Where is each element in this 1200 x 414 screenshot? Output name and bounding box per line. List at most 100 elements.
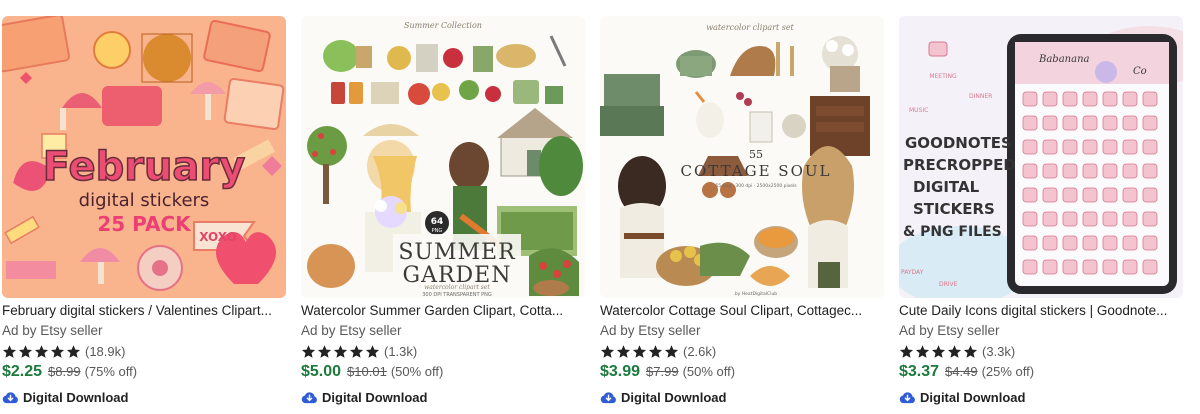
listing-image-4[interactable]: Babanana Co MEETING MUSIC DINNER PAYDAY …: [899, 16, 1183, 298]
ad-seller-label: Ad by Etsy seller: [2, 323, 103, 338]
discount-label: (75% off): [84, 364, 138, 379]
image-text-credit: by HeatDigitalClub: [735, 291, 777, 297]
price-row: $3.37 $4.49 (25% off): [899, 363, 1183, 385]
price-row: $2.25 $8.99 (75% off): [2, 363, 286, 385]
sale-price: $2.25: [2, 363, 43, 380]
icon-label-music: MUSIC: [909, 107, 928, 114]
star-icon: [365, 344, 380, 358]
star-rating: [600, 344, 679, 359]
listing-card-3[interactable]: watercolor clipart set 55 COTTAGE SOUL 5…: [600, 16, 884, 408]
listing-grid: February digital stickers 25 PACK XOXO F…: [0, 0, 1200, 414]
review-count: (3.3k): [982, 343, 1016, 359]
image-text-count-sub: PNG: [432, 228, 443, 234]
star-icon: [34, 344, 49, 358]
star-rating: [2, 344, 81, 359]
image-text-brand-co: Co: [1133, 66, 1147, 77]
delivery-row: Digital Download: [301, 388, 585, 406]
sale-price: $3.37: [899, 363, 940, 380]
star-rating: [899, 344, 978, 359]
image-text-cottage-soul: COTTAGE SOUL: [681, 162, 832, 180]
star-icon: [899, 344, 914, 358]
rating-row: (3.3k): [899, 342, 1183, 360]
sale-price: $5.00: [301, 363, 342, 380]
rating-row: (18.9k): [2, 342, 286, 360]
february-stickers-image: February digital stickers 25 PACK XOXO: [2, 16, 286, 298]
delivery-row: Digital Download: [600, 388, 884, 406]
star-rating: [301, 344, 380, 359]
star-icon: [616, 344, 631, 358]
image-text-brand: Babanana: [1038, 54, 1090, 65]
cloud-download-icon: [600, 391, 616, 403]
star-icon: [66, 344, 81, 358]
image-text-script: watercolor clipart set: [424, 284, 490, 291]
digital-download-label: Digital Download: [920, 389, 1026, 405]
listing-image-3[interactable]: watercolor clipart set 55 COTTAGE SOUL 5…: [600, 16, 884, 298]
original-price: $4.49: [945, 364, 978, 379]
cloud-download-icon: [2, 391, 18, 403]
listing-image-1[interactable]: February digital stickers 25 PACK XOXO: [2, 16, 286, 298]
ad-seller-label: Ad by Etsy seller: [301, 323, 402, 338]
cloud-download-icon: [301, 391, 317, 403]
ad-seller-label: Ad by Etsy seller: [600, 323, 701, 338]
ad-seller-label: Ad by Etsy seller: [899, 323, 1000, 338]
star-icon: [50, 344, 65, 358]
delivery-row: Digital Download: [2, 388, 286, 406]
rating-row: (2.6k): [600, 342, 884, 360]
icon-label-payday: PAYDAY: [901, 269, 924, 276]
image-text-subtitle: digital stickers: [79, 190, 210, 211]
listing-card-4[interactable]: Babanana Co MEETING MUSIC DINNER PAYDAY …: [899, 16, 1183, 408]
discount-label: (50% off): [682, 364, 736, 379]
listing-image-2[interactable]: Summer Collection 64 PNG SUMMER GARDEN w…: [301, 16, 585, 298]
discount-label: (50% off): [390, 364, 444, 379]
star-icon: [947, 344, 962, 358]
star-icon: [664, 344, 679, 358]
review-count: (2.6k): [683, 343, 717, 359]
sale-price: $3.99: [600, 363, 641, 380]
listing-title[interactable]: Watercolor Cottage Soul Clipart, Cottage…: [600, 302, 880, 320]
review-count: (1.3k): [384, 343, 418, 359]
star-icon: [931, 344, 946, 358]
star-icon: [333, 344, 348, 358]
image-text-png-files: & PNG FILES: [903, 224, 1002, 240]
star-icon: [600, 344, 615, 358]
image-text-caption: 55 png · 300 dpi · 2500x2500 pixels: [715, 183, 797, 189]
review-count: (18.9k): [85, 343, 126, 359]
star-icon: [301, 344, 316, 358]
star-icon: [2, 344, 17, 358]
image-text-collection: Summer Collection: [404, 21, 482, 30]
image-text-count: 64: [431, 217, 444, 227]
delivery-row: Digital Download: [899, 388, 1183, 406]
daily-icons-image: Babanana Co MEETING MUSIC DINNER PAYDAY …: [899, 16, 1183, 298]
star-icon: [915, 344, 930, 358]
star-icon: [18, 344, 33, 358]
price-row: $3.99 $7.99 (50% off): [600, 363, 884, 385]
image-text-stickers: STICKERS: [913, 200, 995, 218]
listing-title[interactable]: Watercolor Summer Garden Clipart, Cotta.…: [301, 302, 581, 320]
star-icon: [349, 344, 364, 358]
listing-card-1[interactable]: February digital stickers 25 PACK XOXO F…: [2, 16, 286, 408]
icon-label-drive: DRIVE: [939, 281, 958, 288]
star-icon: [317, 344, 332, 358]
image-text-goodnotes: GOODNOTES: [905, 134, 1012, 152]
image-text-precropped: PRECROPPED: [903, 156, 1016, 174]
image-text-digital: DIGITAL: [913, 178, 980, 196]
image-text-count: 55: [749, 148, 763, 161]
listing-title[interactable]: February digital stickers / Valentines C…: [2, 302, 282, 320]
image-text-xoxo: XOXO: [199, 230, 237, 244]
listing-card-2[interactable]: Summer Collection 64 PNG SUMMER GARDEN w…: [301, 16, 585, 408]
star-icon: [963, 344, 978, 358]
digital-download-label: Digital Download: [23, 389, 129, 405]
original-price: $7.99: [646, 364, 679, 379]
rating-row: (1.3k): [301, 342, 585, 360]
summer-garden-image: Summer Collection 64 PNG SUMMER GARDEN w…: [301, 16, 585, 298]
cottage-soul-image: watercolor clipart set 55 COTTAGE SOUL 5…: [600, 16, 884, 298]
image-text-february: February: [43, 144, 245, 190]
price-row: $5.00 $10.01 (50% off): [301, 363, 585, 385]
image-text-summer: SUMMER: [398, 240, 516, 265]
discount-label: (25% off): [981, 364, 1035, 379]
image-text-caption: 300 DPI TRANSPARENT PNG: [422, 292, 492, 298]
star-icon: [632, 344, 647, 358]
star-icon: [648, 344, 663, 358]
listing-title[interactable]: Cute Daily Icons digital stickers | Good…: [899, 302, 1179, 320]
icon-label-meeting: MEETING: [929, 73, 957, 80]
